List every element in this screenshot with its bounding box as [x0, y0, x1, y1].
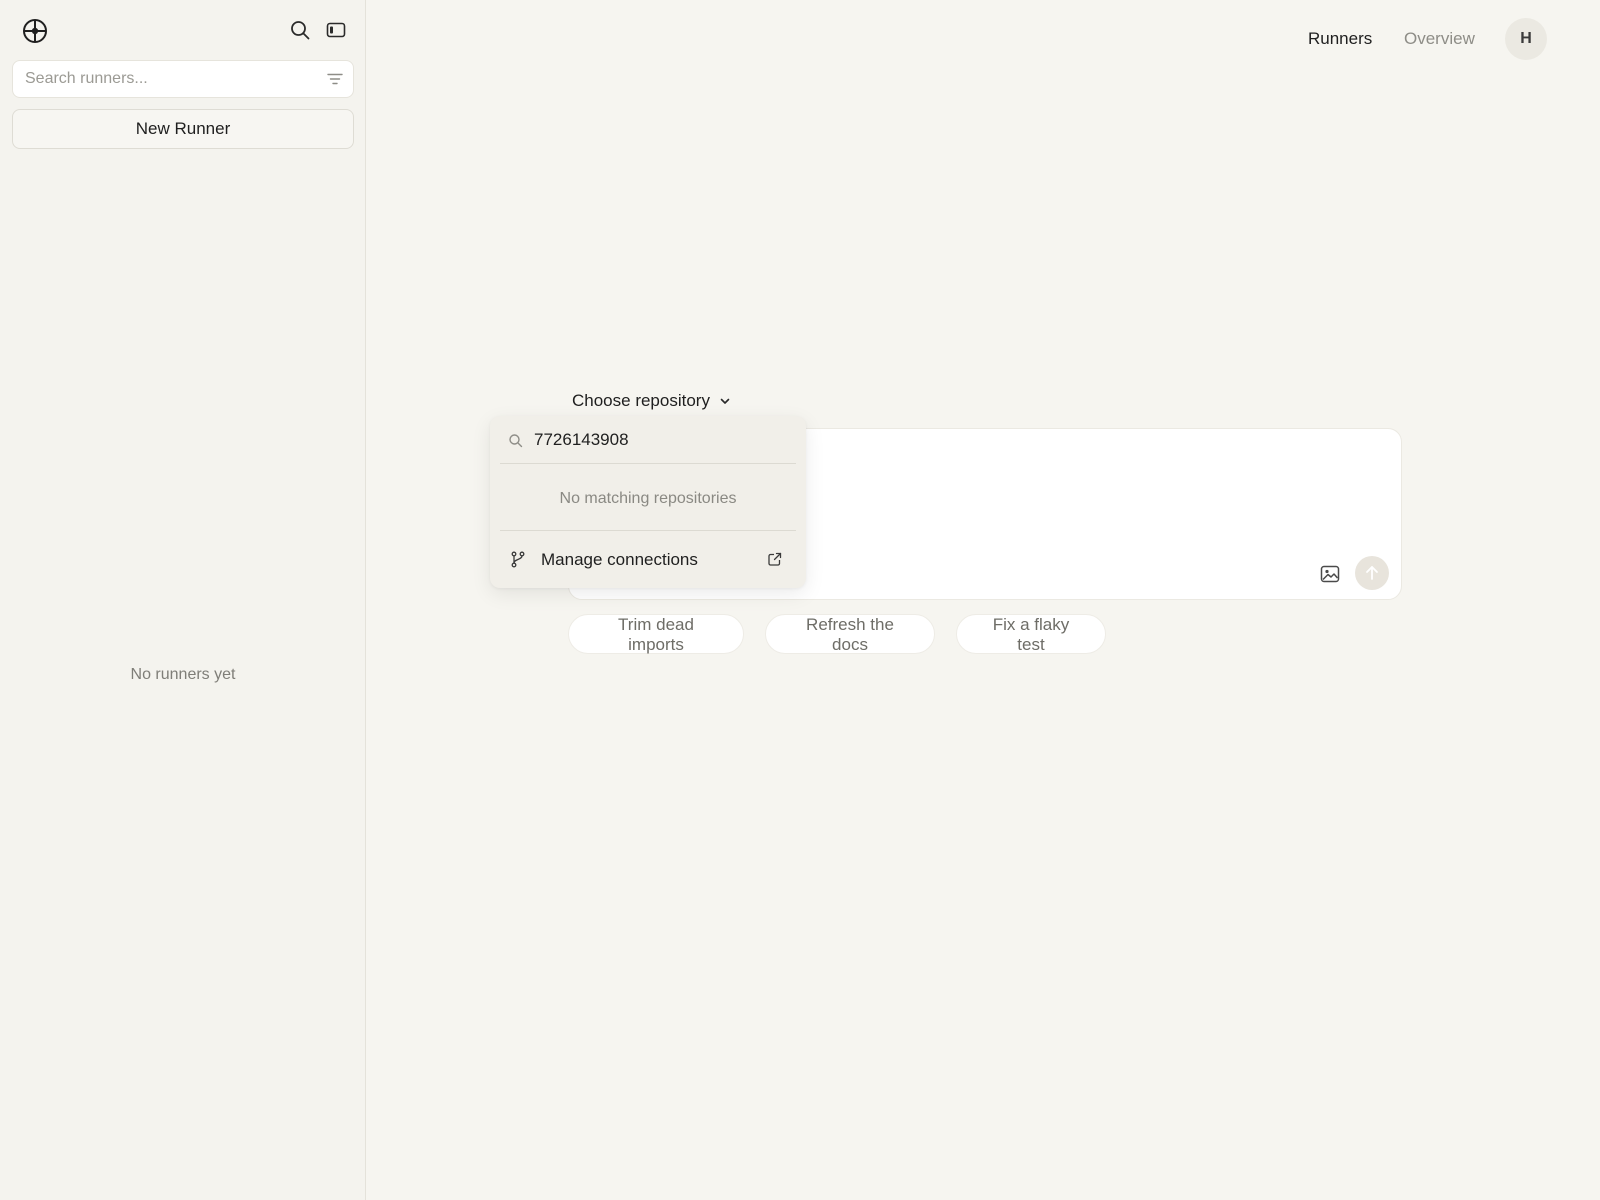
runner-search-box: [12, 60, 354, 98]
repository-dropdown: No matching repositories Manage connecti…: [490, 416, 806, 588]
external-link-icon: [767, 552, 782, 567]
sidebar-header: [0, 0, 366, 60]
avatar[interactable]: H: [1505, 18, 1547, 60]
suggestion-chip-refresh-the-docs[interactable]: Refresh the docs: [765, 614, 935, 654]
image-icon[interactable]: [1320, 565, 1340, 583]
manage-connections-label: Manage connections: [541, 550, 698, 569]
app-logo-icon[interactable]: [22, 18, 48, 44]
empty-runners-text: No runners yet: [130, 666, 236, 683]
choose-repository-button[interactable]: Choose repository: [572, 391, 731, 412]
suggestion-chip-trim-dead-imports[interactable]: Trim dead imports: [568, 614, 744, 654]
no-matching-repositories-text: No matching repositories: [559, 490, 737, 507]
nav-overview-link[interactable]: Overview: [1404, 29, 1475, 49]
new-runner-button[interactable]: New Runner: [12, 109, 354, 149]
repository-search-input[interactable]: [534, 426, 784, 454]
search-icon[interactable]: [288, 18, 312, 42]
suggestion-chip-fix-a-flaky-test[interactable]: Fix a flaky test: [956, 614, 1106, 654]
send-button[interactable]: [1355, 556, 1389, 590]
chevron-down-icon: [719, 392, 731, 412]
arrow-up-icon: [1366, 566, 1378, 580]
nav-runners-link[interactable]: Runners: [1308, 29, 1372, 49]
filter-icon[interactable]: [327, 72, 343, 86]
dropdown-divider: [500, 530, 796, 531]
git-branch-icon: [510, 551, 526, 568]
choose-repository-label: Choose repository: [572, 391, 710, 410]
dropdown-divider: [500, 463, 796, 464]
sidebar-toggle-icon[interactable]: [324, 18, 348, 42]
sidebar: New Runner No runners yet: [0, 0, 366, 1200]
search-icon: [508, 433, 523, 448]
manage-connections-item[interactable]: Manage connections: [490, 540, 806, 580]
runner-search-input[interactable]: [25, 61, 315, 97]
